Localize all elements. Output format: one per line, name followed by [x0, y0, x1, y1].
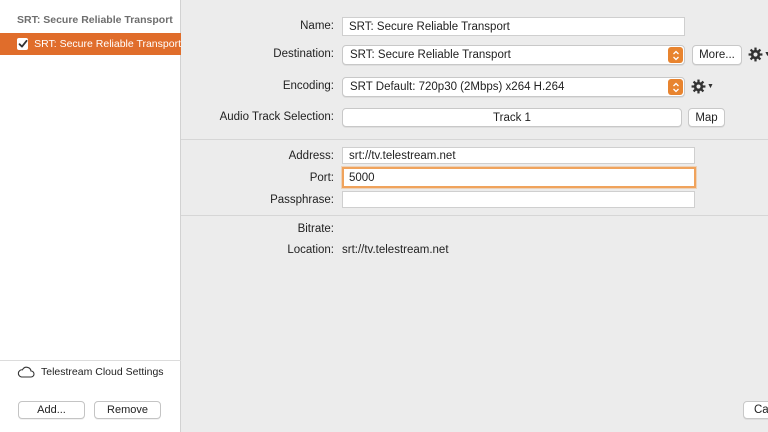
sidebar-divider — [0, 360, 181, 361]
encoding-value: SRT Default: 720p30 (2Mbps) x264 H.264 — [350, 81, 565, 93]
section-divider — [181, 139, 768, 140]
sidebar-header: SRT: Secure Reliable Transport — [17, 14, 173, 26]
section-divider — [181, 215, 768, 216]
passphrase-field[interactable] — [342, 191, 695, 208]
destination-select[interactable]: SRT: Secure Reliable Transport — [342, 45, 685, 65]
checkbox-checked-icon[interactable] — [17, 38, 29, 50]
more-button[interactable]: More... — [692, 45, 742, 65]
encoding-select[interactable]: SRT Default: 720p30 (2Mbps) x264 H.264 — [342, 77, 685, 97]
encoding-gear-menu[interactable]: ▼ — [691, 79, 714, 94]
audio-track-button[interactable]: Track 1 — [342, 108, 682, 127]
main-panel: Name: SRT: Secure Reliable Transport Des… — [181, 0, 768, 432]
location-label: Location: — [287, 244, 334, 256]
remove-button[interactable]: Remove — [94, 401, 161, 419]
sidebar: SRT: Secure Reliable Transport SRT: Secu… — [0, 0, 181, 432]
destination-gear-menu[interactable]: ▼ — [748, 47, 768, 62]
cancel-button[interactable]: Ca — [743, 401, 768, 419]
bitrate-label: Bitrate: — [297, 223, 334, 235]
destination-value: SRT: Secure Reliable Transport — [350, 49, 511, 61]
gear-icon — [691, 79, 706, 94]
address-field[interactable]: srt://tv.telestream.net — [342, 147, 695, 164]
cloud-settings-link[interactable]: Telestream Cloud Settings — [17, 366, 164, 378]
name-field[interactable]: SRT: Secure Reliable Transport — [342, 17, 685, 36]
port-field[interactable]: 5000 — [342, 167, 696, 188]
cloud-icon — [17, 366, 35, 378]
name-label: Name: — [300, 20, 334, 32]
cloud-settings-label: Telestream Cloud Settings — [41, 366, 164, 378]
add-button[interactable]: Add... — [18, 401, 85, 419]
sidebar-item-srt[interactable]: SRT: Secure Reliable Transport — [0, 33, 181, 55]
encoding-label: Encoding: — [282, 80, 334, 92]
popup-arrows-icon — [668, 47, 683, 63]
map-button[interactable]: Map — [688, 108, 725, 127]
port-label: Port: — [309, 172, 334, 184]
popup-arrows-icon — [668, 79, 683, 95]
address-label: Address: — [288, 150, 334, 162]
location-value: srt://tv.telestream.net — [342, 244, 449, 256]
gear-icon — [748, 47, 763, 62]
audio-track-label: Audio Track Selection: — [219, 111, 334, 123]
destination-label: Destination: — [273, 48, 334, 60]
passphrase-label: Passphrase: — [270, 194, 334, 206]
sidebar-item-label: SRT: Secure Reliable Transport — [34, 38, 181, 50]
